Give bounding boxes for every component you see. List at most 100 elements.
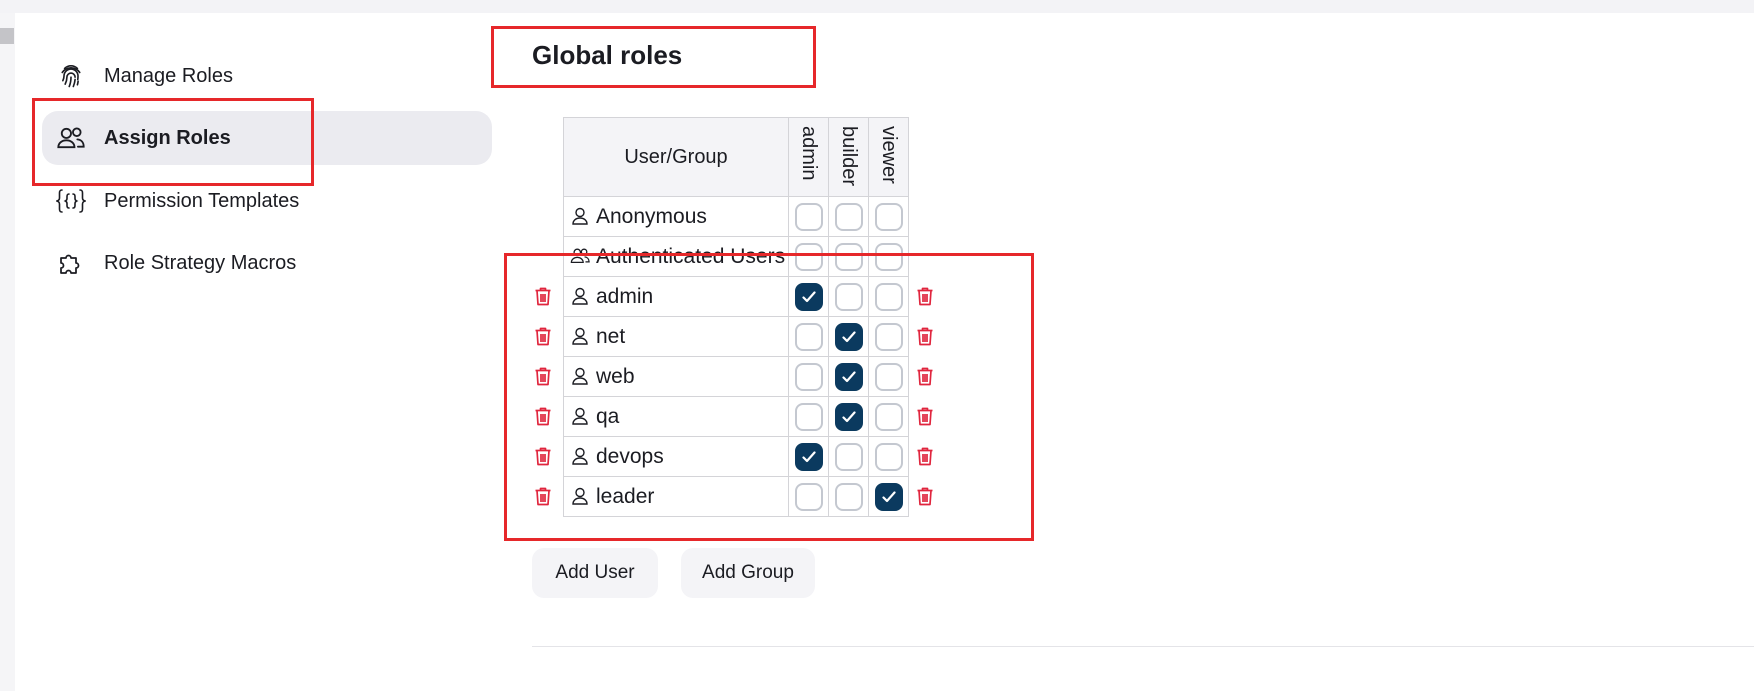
role-checkbox-cell <box>828 396 869 437</box>
sidebar-item-label: Permission Templates <box>104 189 300 212</box>
role-checkbox-cell <box>868 436 909 477</box>
sidebar-item-assign-roles[interactable]: Assign Roles <box>42 111 492 165</box>
role-checkbox-viewer[interactable] <box>874 402 903 431</box>
group-icon <box>570 246 590 266</box>
role-checkbox-builder[interactable] <box>834 442 863 471</box>
add-group-button[interactable]: Add Group <box>681 548 815 598</box>
delete-trash-icon[interactable] <box>914 365 936 387</box>
top-bar <box>0 0 1754 13</box>
role-checkbox-cell <box>868 196 909 237</box>
role-checkbox-cell <box>788 476 829 517</box>
global-roles-table: User/Group admin builder viewer Anonymou… <box>563 117 909 517</box>
delete-trash-icon[interactable] <box>532 445 554 467</box>
role-checkbox-builder[interactable] <box>834 402 863 431</box>
role-checkbox-viewer[interactable] <box>874 282 903 311</box>
delete-trash-icon[interactable] <box>914 405 936 427</box>
role-checkbox-cell <box>868 476 909 517</box>
sidebar-item-manage-roles[interactable]: Manage Roles <box>42 49 492 103</box>
column-header-admin: admin <box>788 117 829 197</box>
delete-trash-icon[interactable] <box>914 285 936 307</box>
user-icon <box>570 406 590 426</box>
role-checkbox-viewer[interactable] <box>874 322 903 351</box>
role-checkbox-admin[interactable] <box>794 402 823 431</box>
role-checkbox-cell <box>788 396 829 437</box>
role-checkbox-cell <box>788 196 829 237</box>
user-group-name: web <box>596 364 635 388</box>
user-group-cell: Anonymous <box>563 196 789 237</box>
delete-trash-icon[interactable] <box>532 485 554 507</box>
user-group-name: Authenticated Users <box>596 244 786 268</box>
role-checkbox-cell <box>868 236 909 277</box>
user-group-cell: web <box>563 356 789 397</box>
role-checkbox-cell <box>788 356 829 397</box>
role-checkbox-builder[interactable] <box>834 282 863 311</box>
role-checkbox-admin[interactable] <box>794 322 823 351</box>
role-checkbox-admin[interactable] <box>794 362 823 391</box>
divider <box>532 646 1754 647</box>
role-label: viewer <box>878 126 900 184</box>
role-checkbox-cell <box>788 316 829 357</box>
column-header-viewer: viewer <box>868 117 909 197</box>
scroll-marker <box>0 28 14 44</box>
role-label: admin <box>798 126 820 181</box>
user-group-name: net <box>596 324 626 348</box>
role-checkbox-viewer[interactable] <box>874 442 903 471</box>
user-group-name: Anonymous <box>596 204 707 228</box>
role-checkbox-admin[interactable] <box>794 482 823 511</box>
user-group-name: qa <box>596 404 620 428</box>
role-checkbox-cell <box>868 316 909 357</box>
braces-icon <box>56 186 86 216</box>
user-icon <box>570 486 590 506</box>
sidebar-item-permission-templates[interactable]: Permission Templates <box>42 174 492 228</box>
table-row: leader <box>563 476 909 517</box>
role-checkbox-builder[interactable] <box>834 202 863 231</box>
delete-trash-icon[interactable] <box>914 485 936 507</box>
role-checkbox-cell <box>828 476 869 517</box>
user-icon <box>570 446 590 466</box>
role-checkbox-viewer[interactable] <box>874 482 903 511</box>
role-checkbox-admin[interactable] <box>794 242 823 271</box>
delete-trash-icon[interactable] <box>914 325 936 347</box>
sidebar-item-role-strategy-macros[interactable]: Role Strategy Macros <box>42 236 492 290</box>
column-header-user-group: User/Group <box>563 117 789 197</box>
role-checkbox-builder[interactable] <box>834 242 863 271</box>
role-checkbox-viewer[interactable] <box>874 242 903 271</box>
sidebar-item-label: Manage Roles <box>104 64 233 87</box>
delete-trash-icon[interactable] <box>532 285 554 307</box>
delete-trash-icon[interactable] <box>532 325 554 347</box>
user-icon <box>570 286 590 306</box>
user-group-cell: Authenticated Users <box>563 236 789 277</box>
add-user-button[interactable]: Add User <box>532 548 658 598</box>
fingerprint-icon <box>56 61 86 91</box>
role-checkbox-cell <box>828 316 869 357</box>
role-checkbox-cell <box>788 436 829 477</box>
delete-trash-icon[interactable] <box>914 445 936 467</box>
delete-trash-icon[interactable] <box>532 365 554 387</box>
user-group-cell: leader <box>563 476 789 517</box>
role-checkbox-admin[interactable] <box>794 202 823 231</box>
table-row: Anonymous <box>563 196 909 237</box>
user-group-cell: admin <box>563 276 789 317</box>
role-checkbox-admin[interactable] <box>794 282 823 311</box>
role-checkbox-cell <box>828 436 869 477</box>
user-group-name: admin <box>596 284 654 308</box>
user-group-cell: net <box>563 316 789 357</box>
role-checkbox-cell <box>788 276 829 317</box>
role-checkbox-builder[interactable] <box>834 322 863 351</box>
role-checkbox-cell <box>788 236 829 277</box>
role-checkbox-cell <box>828 196 869 237</box>
delete-trash-icon[interactable] <box>532 405 554 427</box>
role-checkbox-builder[interactable] <box>834 482 863 511</box>
role-checkbox-builder[interactable] <box>834 362 863 391</box>
table-row: Authenticated Users <box>563 236 909 277</box>
role-checkbox-admin[interactable] <box>794 442 823 471</box>
role-checkbox-viewer[interactable] <box>874 202 903 231</box>
role-checkbox-viewer[interactable] <box>874 362 903 391</box>
table-header-row: User/Group admin builder viewer <box>563 117 909 197</box>
role-label: builder <box>838 126 860 187</box>
column-header-builder: builder <box>828 117 869 197</box>
table-row: web <box>563 356 909 397</box>
table-row: devops <box>563 436 909 477</box>
table-row: net <box>563 316 909 357</box>
role-checkbox-cell <box>828 276 869 317</box>
